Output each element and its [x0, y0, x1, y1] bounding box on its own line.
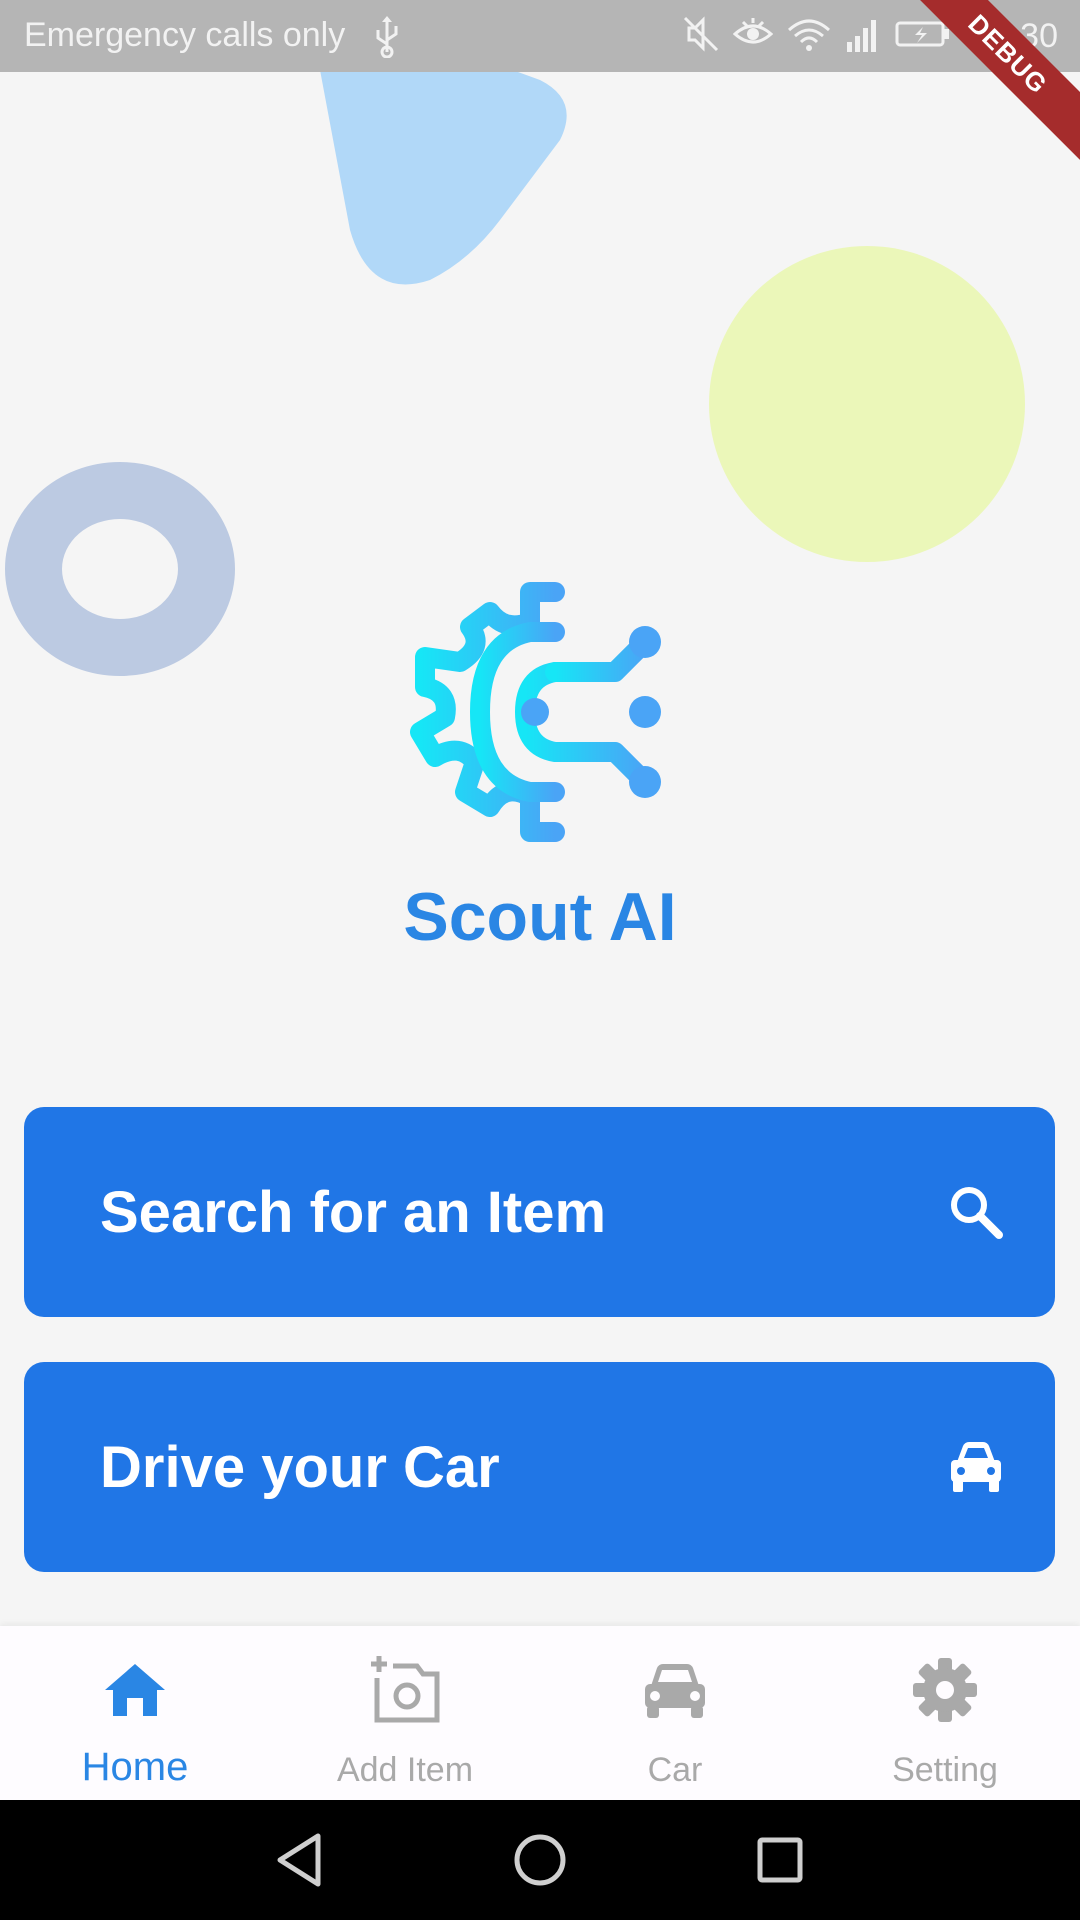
car-icon [635, 1650, 715, 1735]
drive-car-label: Drive your Car [100, 1435, 500, 1500]
yellow-circle-decoration [709, 246, 1025, 562]
nav-item-car[interactable]: Car [540, 1626, 810, 1800]
signal-icon [845, 14, 881, 59]
search-item-button[interactable]: Search for an Item [24, 1107, 1055, 1317]
system-nav-bar [0, 1800, 1080, 1920]
eye-icon [732, 14, 774, 59]
nav-label-setting: Setting [892, 1751, 998, 1789]
recents-icon[interactable] [750, 1830, 810, 1895]
status-bar: Emergency calls only 14:30 [0, 0, 1080, 72]
wifi-icon [787, 14, 831, 59]
carrier-text: Emergency calls only [24, 16, 346, 54]
ring-decoration [5, 462, 235, 676]
search-item-label: Search for an Item [100, 1180, 607, 1245]
drive-car-button[interactable]: Drive your Car [24, 1362, 1055, 1572]
nav-item-add-item[interactable]: Add Item [270, 1626, 540, 1800]
nav-label-home: Home [81, 1745, 189, 1789]
app-title: Scout AI [403, 879, 677, 955]
nav-label-car: Car [647, 1751, 703, 1789]
nav-label-add-item: Add Item [336, 1751, 474, 1789]
bottom-nav: Home Add Item Car Setting [0, 1626, 1080, 1800]
back-icon[interactable] [270, 1830, 330, 1895]
nav-item-setting[interactable]: Setting [810, 1626, 1080, 1800]
battery-icon [895, 19, 951, 54]
nav-item-home[interactable]: Home [0, 1626, 270, 1800]
car-icon [947, 1438, 1005, 1501]
gear-icon [905, 1650, 985, 1735]
home-icon [95, 1650, 175, 1735]
search-icon [947, 1183, 1005, 1246]
gear-circuit-icon [410, 582, 661, 842]
add-photo-icon [365, 1650, 445, 1735]
home-circle-icon[interactable] [510, 1830, 570, 1895]
usb-icon [372, 14, 402, 63]
mute-icon [683, 14, 719, 59]
